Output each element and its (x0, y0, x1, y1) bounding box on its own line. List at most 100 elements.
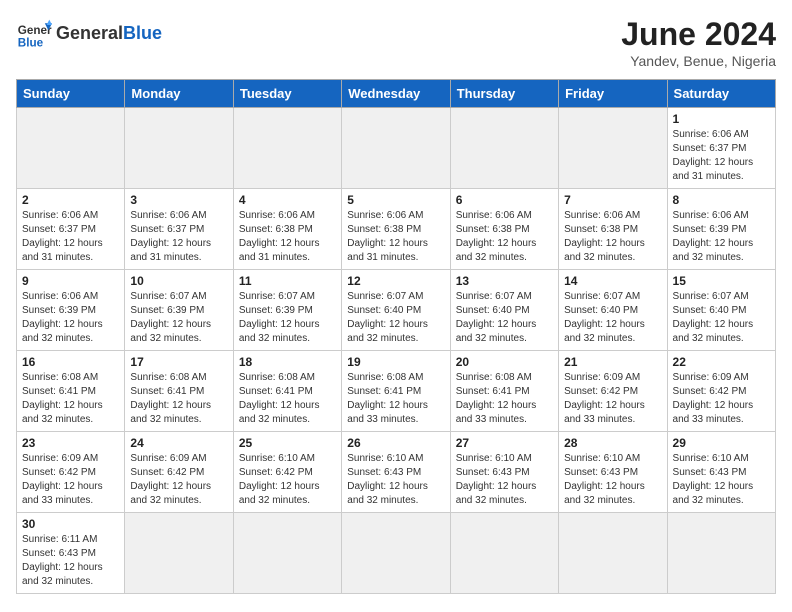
cell-info: Sunrise: 6:07 AM Sunset: 6:40 PM Dayligh… (347, 290, 444, 346)
calendar-cell: 7 Sunrise: 6:06 AM Sunset: 6:38 PM Daylig… (559, 189, 667, 270)
cell-info: Sunrise: 6:09 AM Sunset: 6:42 PM Dayligh… (22, 452, 119, 508)
day-number: 21 (564, 355, 661, 369)
cell-info: Sunrise: 6:10 AM Sunset: 6:43 PM Dayligh… (456, 452, 553, 508)
day-number: 7 (564, 193, 661, 207)
calendar-cell: 14Sunrise: 6:07 AM Sunset: 6:40 PM Dayli… (559, 270, 667, 351)
calendar-cell (342, 513, 450, 594)
col-thursday: Thursday (450, 80, 558, 108)
calendar-cell (667, 513, 775, 594)
cell-info: Sunrise: 6:11 AM Sunset: 6:43 PM Dayligh… (22, 533, 119, 589)
cell-info: Sunrise: 6:10 AM Sunset: 6:43 PM Dayligh… (564, 452, 661, 508)
cell-info: Sunrise: 6:06 AM Sunset: 6:37 PM Dayligh… (130, 209, 227, 265)
calendar-subtitle: Yandev, Benue, Nigeria (621, 53, 776, 69)
cell-info: Sunrise: 6:07 AM Sunset: 6:39 PM Dayligh… (239, 290, 336, 346)
calendar-week-4: 16 Sunrise: 6:08 AM Sunset: 6:41 PM Dayli… (17, 351, 776, 432)
header-row: Sunday Monday Tuesday Wednesday Thursday… (17, 80, 776, 108)
day-number: 13 (456, 274, 553, 288)
cell-info: Sunrise: 6:08 AM Sunset: 6:41 PM Dayligh… (130, 371, 227, 427)
calendar-week-5: 23Sunrise: 6:09 AM Sunset: 6:42 PM Dayli… (17, 432, 776, 513)
day-number: 27 (456, 436, 553, 450)
day-number: 8 (673, 193, 770, 207)
cell-info: Sunrise: 6:08 AM Sunset: 6:41 PM Dayligh… (239, 371, 336, 427)
day-number: 6 (456, 193, 553, 207)
day-number: 28 (564, 436, 661, 450)
cell-info: Sunrise: 6:06 AM Sunset: 6:38 PM Dayligh… (456, 209, 553, 265)
col-friday: Friday (559, 80, 667, 108)
cell-info: Sunrise: 6:06 AM Sunset: 6:39 PM Dayligh… (22, 290, 119, 346)
day-number: 12 (347, 274, 444, 288)
calendar-cell: 29 Sunrise: 6:10 AM Sunset: 6:43 PM Dayli… (667, 432, 775, 513)
calendar-week-2: 2 Sunrise: 6:06 AM Sunset: 6:37 PM Daylig… (17, 189, 776, 270)
cell-info: Sunrise: 6:07 AM Sunset: 6:39 PM Dayligh… (130, 290, 227, 346)
calendar-week-6: 30Sunrise: 6:11 AM Sunset: 6:43 PM Dayli… (17, 513, 776, 594)
calendar-cell (125, 513, 233, 594)
cell-info: Sunrise: 6:09 AM Sunset: 6:42 PM Dayligh… (564, 371, 661, 427)
day-number: 1 (673, 112, 770, 126)
calendar-cell: 16 Sunrise: 6:08 AM Sunset: 6:41 PM Dayli… (17, 351, 125, 432)
day-number: 18 (239, 355, 336, 369)
day-number: 20 (456, 355, 553, 369)
calendar-cell: 4 Sunrise: 6:06 AM Sunset: 6:38 PM Daylig… (233, 189, 341, 270)
calendar-cell: 23Sunrise: 6:09 AM Sunset: 6:42 PM Dayli… (17, 432, 125, 513)
day-number: 16 (22, 355, 119, 369)
col-monday: Monday (125, 80, 233, 108)
day-number: 2 (22, 193, 119, 207)
day-number: 17 (130, 355, 227, 369)
cell-info: Sunrise: 6:06 AM Sunset: 6:38 PM Dayligh… (564, 209, 661, 265)
calendar-cell (17, 108, 125, 189)
logo: General Blue GeneralBlue (16, 16, 162, 52)
cell-info: Sunrise: 6:07 AM Sunset: 6:40 PM Dayligh… (456, 290, 553, 346)
calendar-cell: 19 Sunrise: 6:08 AM Sunset: 6:41 PM Dayli… (342, 351, 450, 432)
calendar-cell: 15Sunrise: 6:07 AM Sunset: 6:40 PM Dayli… (667, 270, 775, 351)
calendar-cell: 25Sunrise: 6:10 AM Sunset: 6:42 PM Dayli… (233, 432, 341, 513)
calendar-cell (559, 108, 667, 189)
calendar-cell (233, 108, 341, 189)
calendar-cell: 22Sunrise: 6:09 AM Sunset: 6:42 PM Dayli… (667, 351, 775, 432)
calendar-cell: 6 Sunrise: 6:06 AM Sunset: 6:38 PM Daylig… (450, 189, 558, 270)
day-number: 11 (239, 274, 336, 288)
calendar-cell (450, 513, 558, 594)
calendar-cell: 9 Sunrise: 6:06 AM Sunset: 6:39 PM Daylig… (17, 270, 125, 351)
logo-icon: General Blue (16, 16, 52, 52)
calendar-cell: 5Sunrise: 6:06 AM Sunset: 6:38 PM Daylig… (342, 189, 450, 270)
calendar-cell: 13 Sunrise: 6:07 AM Sunset: 6:40 PM Dayli… (450, 270, 558, 351)
calendar-cell: 10 Sunrise: 6:07 AM Sunset: 6:39 PM Dayli… (125, 270, 233, 351)
day-number: 10 (130, 274, 227, 288)
cell-info: Sunrise: 6:06 AM Sunset: 6:37 PM Dayligh… (22, 209, 119, 265)
calendar-week-3: 9 Sunrise: 6:06 AM Sunset: 6:39 PM Daylig… (17, 270, 776, 351)
calendar-cell (450, 108, 558, 189)
day-number: 5 (347, 193, 444, 207)
calendar-cell: 20Sunrise: 6:08 AM Sunset: 6:41 PM Dayli… (450, 351, 558, 432)
cell-info: Sunrise: 6:10 AM Sunset: 6:43 PM Dayligh… (347, 452, 444, 508)
calendar-cell: 24 Sunrise: 6:09 AM Sunset: 6:42 PM Dayli… (125, 432, 233, 513)
calendar-cell: 26 Sunrise: 6:10 AM Sunset: 6:43 PM Dayli… (342, 432, 450, 513)
logo-text: GeneralBlue (56, 24, 162, 44)
calendar-cell (559, 513, 667, 594)
calendar-cell: 28 Sunrise: 6:10 AM Sunset: 6:43 PM Dayli… (559, 432, 667, 513)
calendar-cell: 3 Sunrise: 6:06 AM Sunset: 6:37 PM Daylig… (125, 189, 233, 270)
col-tuesday: Tuesday (233, 80, 341, 108)
day-number: 24 (130, 436, 227, 450)
cell-info: Sunrise: 6:08 AM Sunset: 6:41 PM Dayligh… (22, 371, 119, 427)
cell-info: Sunrise: 6:06 AM Sunset: 6:38 PM Dayligh… (239, 209, 336, 265)
day-number: 25 (239, 436, 336, 450)
day-number: 26 (347, 436, 444, 450)
day-number: 15 (673, 274, 770, 288)
day-number: 9 (22, 274, 119, 288)
calendar-cell (233, 513, 341, 594)
calendar-cell: 17 Sunrise: 6:08 AM Sunset: 6:41 PM Dayli… (125, 351, 233, 432)
calendar-week-1: 1Sunrise: 6:06 AM Sunset: 6:37 PM Daylig… (17, 108, 776, 189)
cell-info: Sunrise: 6:08 AM Sunset: 6:41 PM Dayligh… (347, 371, 444, 427)
col-saturday: Saturday (667, 80, 775, 108)
calendar-title: June 2024 (621, 16, 776, 53)
day-number: 3 (130, 193, 227, 207)
cell-info: Sunrise: 6:09 AM Sunset: 6:42 PM Dayligh… (130, 452, 227, 508)
cell-info: Sunrise: 6:10 AM Sunset: 6:43 PM Dayligh… (673, 452, 770, 508)
calendar-cell: 2 Sunrise: 6:06 AM Sunset: 6:37 PM Daylig… (17, 189, 125, 270)
calendar-cell: 8Sunrise: 6:06 AM Sunset: 6:39 PM Daylig… (667, 189, 775, 270)
calendar-cell: 1Sunrise: 6:06 AM Sunset: 6:37 PM Daylig… (667, 108, 775, 189)
day-number: 19 (347, 355, 444, 369)
day-number: 29 (673, 436, 770, 450)
day-number: 4 (239, 193, 336, 207)
col-sunday: Sunday (17, 80, 125, 108)
